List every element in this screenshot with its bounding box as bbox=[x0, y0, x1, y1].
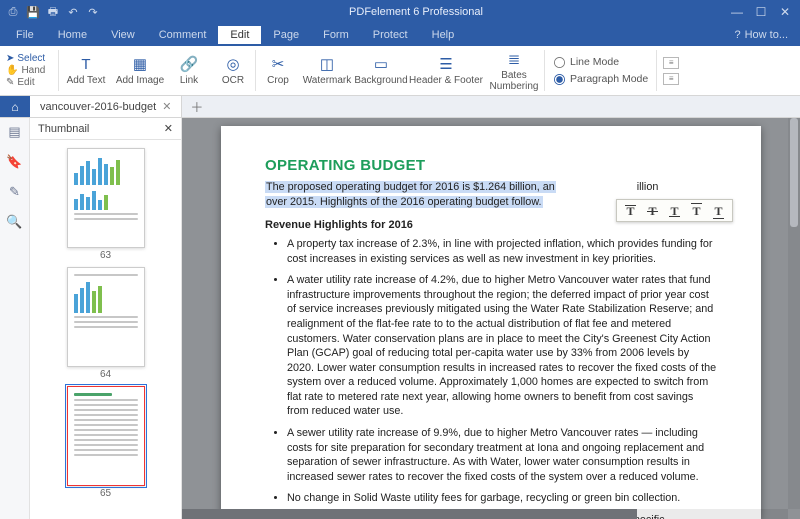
text-style-toolbar: T T T T T bbox=[616, 199, 733, 222]
menu-bar: File Home View Comment Edit Page Form Pr… bbox=[0, 24, 800, 46]
align-button-2[interactable]: ≡ bbox=[663, 73, 679, 85]
thumbnails-rail-icon[interactable]: ▤ bbox=[8, 124, 20, 140]
intro-line-1[interactable]: The proposed operating budget for 2016 i… bbox=[265, 181, 556, 193]
document-tabs: ⌂ vancouver-2016-budget ✕ ＋ bbox=[0, 96, 800, 118]
thumbnail-close-icon[interactable]: ✕ bbox=[164, 122, 173, 135]
ocr-icon: ◎ bbox=[223, 55, 243, 73]
list-item: No change in Solid Waste utility fees fo… bbox=[287, 491, 717, 506]
horizontal-scrollbar[interactable] bbox=[182, 509, 788, 519]
line-mode-radio[interactable]: Line Mode bbox=[553, 56, 648, 69]
thumbnail-title: Thumbnail bbox=[38, 123, 89, 135]
thumbnail-65[interactable]: 65 bbox=[67, 386, 145, 499]
align-button-1[interactable]: ≡ bbox=[663, 57, 679, 69]
redo-icon[interactable]: ↷ bbox=[86, 5, 100, 19]
edit-tool[interactable]: ✎Edit bbox=[6, 77, 58, 88]
bates-icon: ≣ bbox=[504, 50, 524, 68]
crop-button[interactable]: ✂Crop bbox=[256, 46, 300, 95]
underline-button[interactable]: T bbox=[666, 203, 683, 218]
search-rail-icon[interactable]: 🔍 bbox=[6, 214, 22, 230]
ribbon: ➤Select ✋Hand ✎Edit TAdd Text ▦Add Image… bbox=[0, 46, 800, 96]
list-item: A property tax increase of 2.3%, in line… bbox=[287, 237, 717, 266]
document-tab[interactable]: vancouver-2016-budget ✕ bbox=[30, 96, 182, 117]
how-to-link[interactable]: ?How to... bbox=[734, 29, 796, 41]
close-button[interactable]: ✕ bbox=[774, 3, 796, 21]
cursor-icon: ➤ bbox=[6, 53, 14, 64]
watermark-icon: ◫ bbox=[317, 55, 337, 73]
link-button[interactable]: 🔗Link bbox=[167, 46, 211, 95]
menu-file[interactable]: File bbox=[4, 26, 46, 44]
save-icon[interactable]: 💾 bbox=[26, 5, 40, 19]
ocr-button[interactable]: ◎OCR bbox=[211, 46, 255, 95]
new-tab-button[interactable]: ＋ bbox=[182, 97, 211, 116]
menu-protect[interactable]: Protect bbox=[361, 26, 420, 44]
background-button[interactable]: ▭Background bbox=[354, 46, 408, 95]
image-icon: ▦ bbox=[130, 55, 150, 73]
undo-icon[interactable]: ↶ bbox=[66, 5, 80, 19]
menu-form[interactable]: Form bbox=[311, 26, 361, 44]
menu-help[interactable]: Help bbox=[420, 26, 467, 44]
menu-edit[interactable]: Edit bbox=[218, 26, 261, 44]
vertical-scrollbar[interactable] bbox=[788, 118, 800, 509]
header-footer-button[interactable]: ☰Header & Footer bbox=[408, 46, 484, 95]
overline2-button[interactable]: T bbox=[688, 203, 705, 218]
add-text-button[interactable]: TAdd Text bbox=[59, 46, 113, 95]
home-icon: ⌂ bbox=[11, 100, 18, 114]
annotations-rail-icon[interactable]: ✎ bbox=[9, 184, 20, 200]
thumbnail-panel: Thumbnail ✕ 63 64 bbox=[30, 118, 182, 519]
bates-button[interactable]: ≣Bates Numbering bbox=[484, 46, 544, 95]
underline2-button[interactable]: T bbox=[710, 203, 727, 218]
minimize-button[interactable]: — bbox=[726, 3, 748, 21]
tab-close-icon[interactable]: ✕ bbox=[162, 100, 171, 113]
add-image-button[interactable]: ▦Add Image bbox=[113, 46, 167, 95]
menu-page[interactable]: Page bbox=[261, 26, 311, 44]
crop-icon: ✂ bbox=[268, 55, 288, 73]
hand-tool[interactable]: ✋Hand bbox=[6, 65, 58, 76]
app-title: PDFelement 6 Professional bbox=[106, 6, 726, 18]
bullet-list: A property tax increase of 2.3%, in line… bbox=[265, 237, 717, 519]
page-heading: OPERATING BUDGET bbox=[265, 156, 717, 176]
background-icon: ▭ bbox=[371, 55, 391, 73]
title-bar: ⎙ 💾 🖶 ↶ ↷ PDFelement 6 Professional — ☐ … bbox=[0, 0, 800, 24]
help-icon: ? bbox=[734, 29, 740, 41]
watermark-button[interactable]: ◫Watermark bbox=[300, 46, 354, 95]
bookmarks-rail-icon[interactable]: 🔖 bbox=[6, 154, 22, 170]
hand-icon: ✋ bbox=[6, 65, 18, 76]
document-page: OPERATING BUDGET The proposed operating … bbox=[221, 126, 761, 519]
menu-home[interactable]: Home bbox=[46, 26, 99, 44]
menu-view[interactable]: View bbox=[99, 26, 147, 44]
intro-line-2[interactable]: over 2015. Highlights of the 2016 operat… bbox=[265, 196, 543, 208]
menu-comment[interactable]: Comment bbox=[147, 26, 219, 44]
text-icon: T bbox=[76, 55, 96, 73]
app-logo-icon: ⎙ bbox=[6, 5, 20, 19]
workspace: ▤ 🔖 ✎ 🔍 Thumbnail ✕ 63 bbox=[0, 118, 800, 519]
overline-button[interactable]: T bbox=[622, 203, 639, 218]
paragraph-mode-radio[interactable]: Paragraph Mode bbox=[553, 73, 648, 86]
select-tool[interactable]: ➤Select bbox=[6, 53, 58, 64]
side-rail: ▤ 🔖 ✎ 🔍 bbox=[0, 118, 30, 519]
header-footer-icon: ☰ bbox=[436, 55, 456, 73]
list-item: A sewer utility rate increase of 9.9%, d… bbox=[287, 426, 717, 484]
thumbnail-64[interactable]: 64 bbox=[67, 267, 145, 380]
print-icon[interactable]: 🖶 bbox=[46, 5, 60, 19]
list-item: A water utility rate increase of 4.2%, d… bbox=[287, 273, 717, 419]
tab-label: vancouver-2016-budget bbox=[40, 101, 156, 113]
maximize-button[interactable]: ☐ bbox=[750, 3, 772, 21]
thumbnail-63[interactable]: 63 bbox=[67, 148, 145, 261]
edit-icon: ✎ bbox=[6, 77, 14, 88]
link-icon: 🔗 bbox=[179, 55, 199, 73]
strike-button[interactable]: T bbox=[644, 203, 661, 218]
document-viewport[interactable]: OPERATING BUDGET The proposed operating … bbox=[182, 118, 800, 519]
home-tab[interactable]: ⌂ bbox=[0, 96, 30, 117]
